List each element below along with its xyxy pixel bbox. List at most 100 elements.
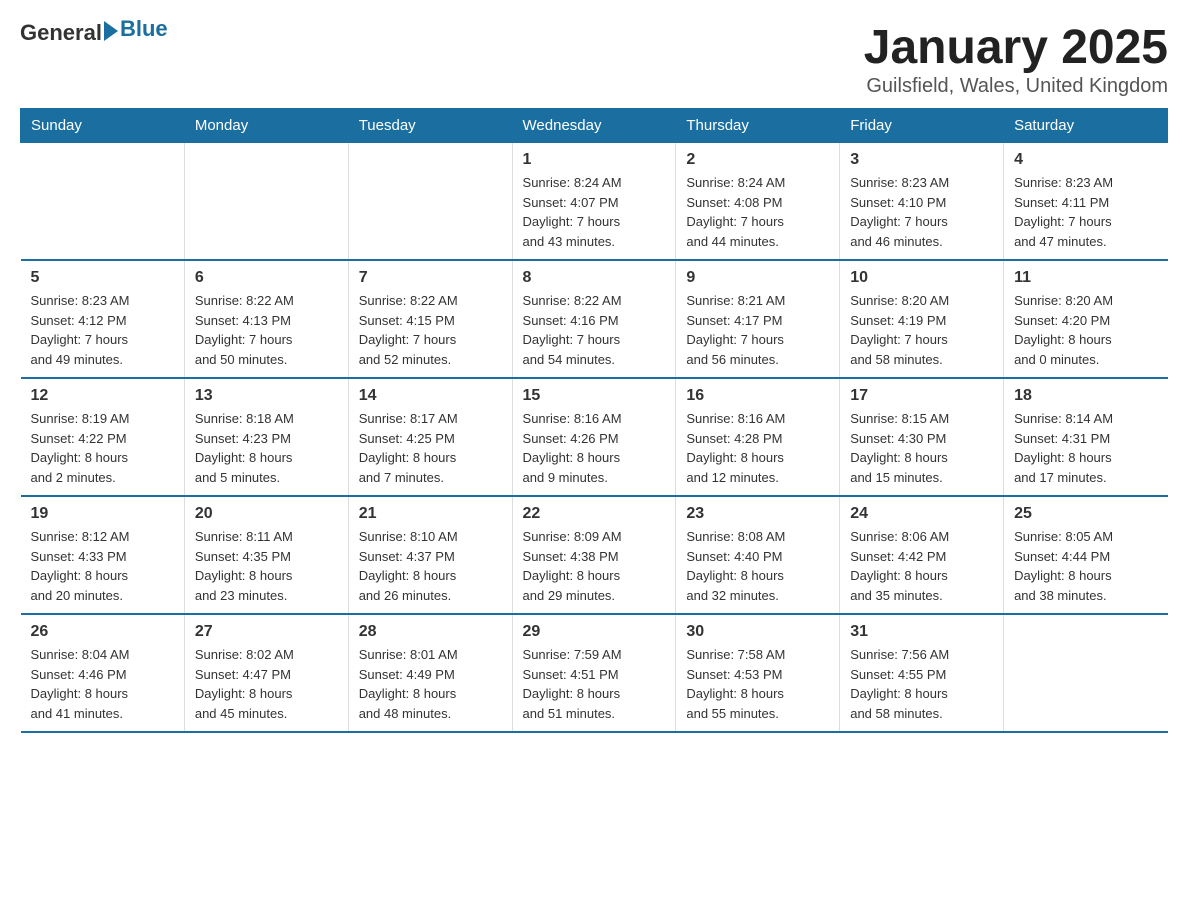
header-saturday: Saturday [1004, 109, 1168, 143]
header-wednesday: Wednesday [512, 109, 676, 143]
calendar-cell: 29Sunrise: 7:59 AMSunset: 4:51 PMDayligh… [512, 614, 676, 732]
day-number: 9 [686, 269, 829, 287]
calendar-cell: 9 Sunrise: 8:21 AMSunset: 4:17 PMDaylight… [676, 260, 840, 378]
calendar-cell [1004, 614, 1168, 732]
calendar-cell: 24 Sunrise: 8:06 AMSunset: 4:42 PMDayligh… [840, 496, 1004, 614]
calendar-cell: 27 Sunrise: 8:02 AMSunset: 4:47 PMDayligh… [184, 614, 348, 732]
day-number: 25 [1014, 505, 1157, 523]
calendar-cell: 6 Sunrise: 8:22 AMSunset: 4:13 PMDaylight… [184, 260, 348, 378]
logo-text: General [20, 20, 102, 46]
day-info: Sunrise: 8:20 AMSunset: 4:19 PMDaylight:… [850, 291, 993, 369]
day-number: 21 [359, 505, 502, 523]
calendar-cell: 19 Sunrise: 8:12 AMSunset: 4:33 PMDayligh… [21, 496, 185, 614]
header-thursday: Thursday [676, 109, 840, 143]
day-info: Sunrise: 8:09 AMSunset: 4:38 PMDaylight:… [523, 527, 666, 605]
calendar-cell: 4 Sunrise: 8:23 AMSunset: 4:11 PMDaylight… [1004, 143, 1168, 261]
day-info: Sunrise: 8:22 AMSunset: 4:13 PMDaylight:… [195, 291, 338, 369]
calendar-cell: 10Sunrise: 8:20 AMSunset: 4:19 PMDayligh… [840, 260, 1004, 378]
day-info: Sunrise: 8:22 AMSunset: 4:15 PMDaylight:… [359, 291, 502, 369]
calendar-subtitle: Guilsfield, Wales, United Kingdom [864, 75, 1168, 98]
day-info: Sunrise: 8:20 AMSunset: 4:20 PMDaylight:… [1014, 291, 1157, 369]
calendar-cell: 5Sunrise: 8:23 AMSunset: 4:12 PMDaylight… [21, 260, 185, 378]
calendar-week-3: 12 Sunrise: 8:19 AMSunset: 4:22 PMDayligh… [21, 378, 1168, 496]
calendar-week-4: 19 Sunrise: 8:12 AMSunset: 4:33 PMDayligh… [21, 496, 1168, 614]
day-number: 3 [850, 151, 993, 169]
calendar-cell: 15 Sunrise: 8:16 AMSunset: 4:26 PMDayligh… [512, 378, 676, 496]
day-info: Sunrise: 8:10 AMSunset: 4:37 PMDaylight:… [359, 527, 502, 605]
day-number: 15 [523, 387, 666, 405]
calendar-cell: 11 Sunrise: 8:20 AMSunset: 4:20 PMDayligh… [1004, 260, 1168, 378]
calendar-cell: 2Sunrise: 8:24 AMSunset: 4:08 PMDaylight… [676, 143, 840, 261]
day-info: Sunrise: 8:14 AMSunset: 4:31 PMDaylight:… [1014, 409, 1157, 487]
day-number: 27 [195, 623, 338, 641]
day-number: 20 [195, 505, 338, 523]
day-number: 22 [523, 505, 666, 523]
day-number: 18 [1014, 387, 1157, 405]
calendar-cell: 13Sunrise: 8:18 AMSunset: 4:23 PMDayligh… [184, 378, 348, 496]
day-info: Sunrise: 8:23 AMSunset: 4:12 PMDaylight:… [31, 291, 174, 369]
calendar-cell: 17 Sunrise: 8:15 AMSunset: 4:30 PMDayligh… [840, 378, 1004, 496]
calendar-week-1: 1Sunrise: 8:24 AMSunset: 4:07 PMDaylight… [21, 143, 1168, 261]
calendar-week-5: 26Sunrise: 8:04 AMSunset: 4:46 PMDayligh… [21, 614, 1168, 732]
day-info: Sunrise: 8:11 AMSunset: 4:35 PMDaylight:… [195, 527, 338, 605]
day-number: 11 [1014, 269, 1157, 287]
calendar-cell: 22 Sunrise: 8:09 AMSunset: 4:38 PMDayligh… [512, 496, 676, 614]
day-number: 19 [31, 505, 174, 523]
calendar-cell: 7 Sunrise: 8:22 AMSunset: 4:15 PMDaylight… [348, 260, 512, 378]
header-sunday: Sunday [21, 109, 185, 143]
day-number: 12 [31, 387, 174, 405]
calendar-cell: 26Sunrise: 8:04 AMSunset: 4:46 PMDayligh… [21, 614, 185, 732]
calendar-cell [184, 143, 348, 261]
calendar-header-row: SundayMondayTuesdayWednesdayThursdayFrid… [21, 109, 1168, 143]
calendar-cell: 25 Sunrise: 8:05 AMSunset: 4:44 PMDayligh… [1004, 496, 1168, 614]
calendar-cell: 28Sunrise: 8:01 AMSunset: 4:49 PMDayligh… [348, 614, 512, 732]
header-friday: Friday [840, 109, 1004, 143]
page-header: General Blue January 2025 Guilsfield, Wa… [20, 20, 1168, 98]
day-info: Sunrise: 8:02 AMSunset: 4:47 PMDaylight:… [195, 645, 338, 723]
day-number: 14 [359, 387, 502, 405]
day-info: Sunrise: 8:06 AMSunset: 4:42 PMDaylight:… [850, 527, 993, 605]
calendar-week-2: 5Sunrise: 8:23 AMSunset: 4:12 PMDaylight… [21, 260, 1168, 378]
calendar-cell: 8 Sunrise: 8:22 AMSunset: 4:16 PMDaylight… [512, 260, 676, 378]
day-number: 30 [686, 623, 829, 641]
day-info: Sunrise: 8:18 AMSunset: 4:23 PMDaylight:… [195, 409, 338, 487]
day-info: Sunrise: 7:58 AMSunset: 4:53 PMDaylight:… [686, 645, 829, 723]
day-number: 16 [686, 387, 829, 405]
day-info: Sunrise: 8:23 AMSunset: 4:11 PMDaylight:… [1014, 173, 1157, 251]
logo: General Blue [20, 20, 168, 46]
calendar-table: SundayMondayTuesdayWednesdayThursdayFrid… [20, 108, 1168, 733]
day-number: 26 [31, 623, 174, 641]
logo-arrow-icon [104, 21, 118, 41]
day-info: Sunrise: 8:16 AMSunset: 4:26 PMDaylight:… [523, 409, 666, 487]
day-number: 1 [523, 151, 666, 169]
day-info: Sunrise: 8:15 AMSunset: 4:30 PMDaylight:… [850, 409, 993, 487]
calendar-cell: 18 Sunrise: 8:14 AMSunset: 4:31 PMDayligh… [1004, 378, 1168, 496]
day-number: 8 [523, 269, 666, 287]
day-number: 6 [195, 269, 338, 287]
calendar-cell: 23Sunrise: 8:08 AMSunset: 4:40 PMDayligh… [676, 496, 840, 614]
day-info: Sunrise: 8:05 AMSunset: 4:44 PMDaylight:… [1014, 527, 1157, 605]
day-number: 24 [850, 505, 993, 523]
calendar-cell: 21 Sunrise: 8:10 AMSunset: 4:37 PMDayligh… [348, 496, 512, 614]
day-number: 4 [1014, 151, 1157, 169]
day-info: Sunrise: 8:22 AMSunset: 4:16 PMDaylight:… [523, 291, 666, 369]
calendar-cell: 1Sunrise: 8:24 AMSunset: 4:07 PMDaylight… [512, 143, 676, 261]
day-info: Sunrise: 8:12 AMSunset: 4:33 PMDaylight:… [31, 527, 174, 605]
day-info: Sunrise: 8:23 AMSunset: 4:10 PMDaylight:… [850, 173, 993, 251]
day-number: 17 [850, 387, 993, 405]
day-number: 28 [359, 623, 502, 641]
day-number: 7 [359, 269, 502, 287]
day-number: 29 [523, 623, 666, 641]
title-block: January 2025 Guilsfield, Wales, United K… [864, 20, 1168, 98]
calendar-cell: 31Sunrise: 7:56 AMSunset: 4:55 PMDayligh… [840, 614, 1004, 732]
day-info: Sunrise: 8:24 AMSunset: 4:08 PMDaylight:… [686, 173, 829, 251]
day-number: 23 [686, 505, 829, 523]
day-info: Sunrise: 8:21 AMSunset: 4:17 PMDaylight:… [686, 291, 829, 369]
day-info: Sunrise: 8:16 AMSunset: 4:28 PMDaylight:… [686, 409, 829, 487]
day-info: Sunrise: 8:17 AMSunset: 4:25 PMDaylight:… [359, 409, 502, 487]
calendar-cell [348, 143, 512, 261]
header-monday: Monday [184, 109, 348, 143]
header-tuesday: Tuesday [348, 109, 512, 143]
day-info: Sunrise: 7:56 AMSunset: 4:55 PMDaylight:… [850, 645, 993, 723]
day-info: Sunrise: 8:19 AMSunset: 4:22 PMDaylight:… [31, 409, 174, 487]
